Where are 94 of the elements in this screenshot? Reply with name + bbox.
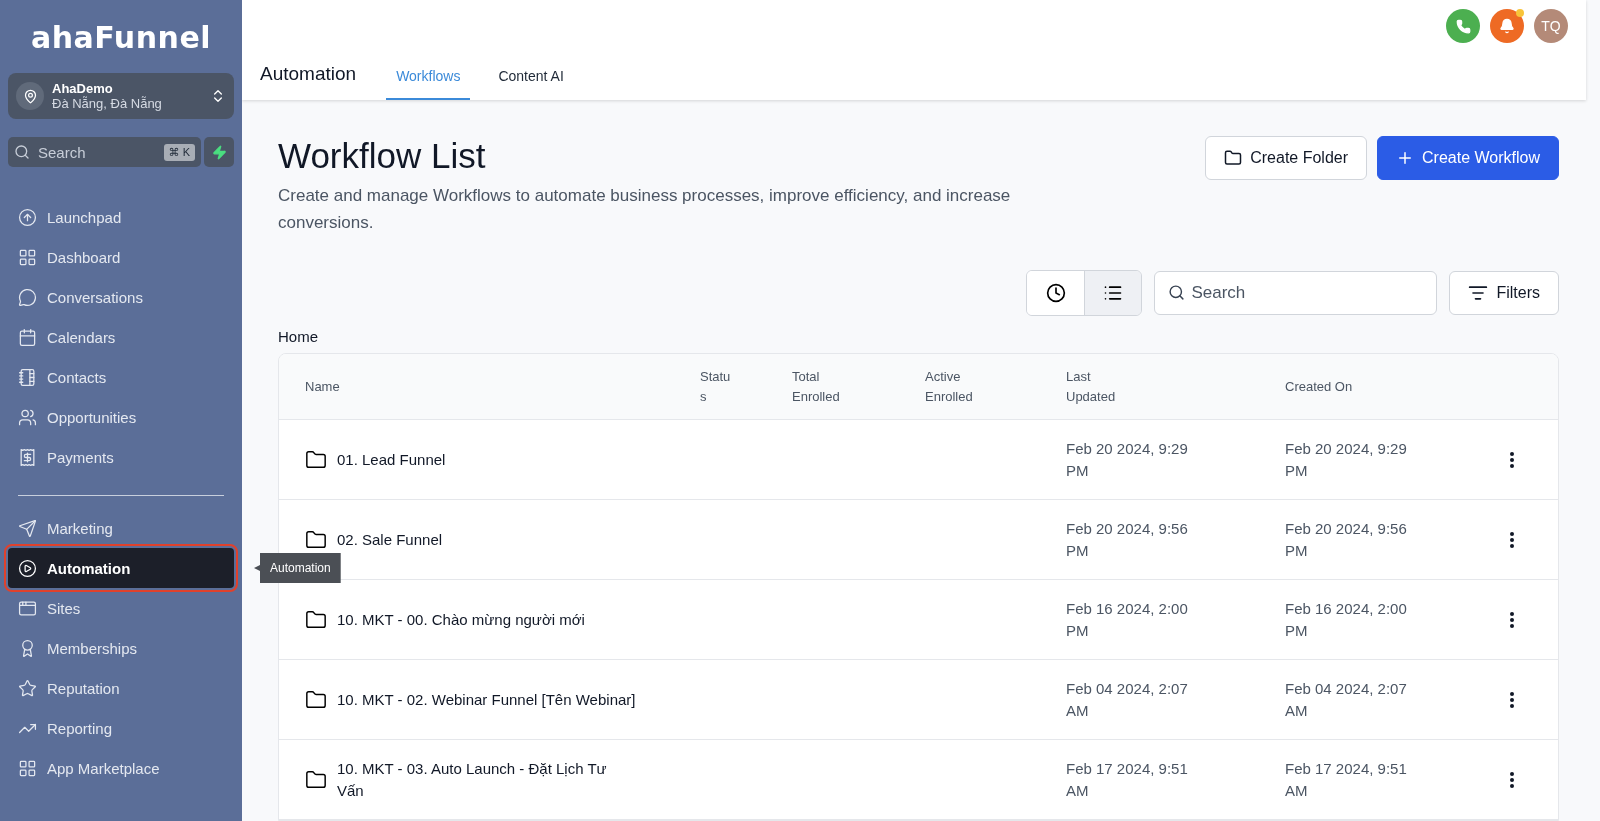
folder-icon [305,528,327,551]
nav-icon [18,287,37,307]
table-cell-text: Feb 16 2024, 2:00 PM [1285,598,1408,641]
page-description: Create and manage Workflows to automate business processes, improve efficiency, and increase conversions. [278,185,1012,234]
folder-icon [305,688,327,711]
clock-icon [1045,283,1066,303]
table-cell-text: Feb 17 2024, 9:51 AM [1285,758,1408,801]
more-icon [1510,691,1514,708]
column-header: Created On [1285,377,1354,396]
nav-icon [18,367,37,387]
table-cell-text: Feb 16 2024, 2:00 PM [1066,598,1189,641]
section-title: Automation [260,63,357,86]
search-input[interactable]: Search [36,142,158,162]
filter-icon [1468,283,1489,303]
nav-item[interactable]: Launchpad [8,197,234,237]
folder-name: 01. Lead Funnel [337,449,447,470]
more-icon [1510,451,1514,468]
table-cell-text: Feb 04 2024, 2:07 AM [1285,678,1408,721]
more-icon [1510,771,1514,788]
nav-item[interactable]: Opportunities [8,397,234,437]
create-folder-button[interactable]: Create Folder [1205,136,1368,180]
workflow-folder[interactable]: 01. Lead Funnel [305,448,700,471]
user-avatar[interactable]: TQ [1534,9,1568,43]
nav-item[interactable]: Payments [8,437,234,477]
quick-action-button[interactable] [204,137,234,167]
nav-item[interactable]: Memberships [8,628,234,668]
search-icon [14,144,30,160]
tooltip: Automation [254,553,341,583]
create-workflow-button[interactable]: Create Workflow [1377,136,1559,180]
workflow-folder[interactable]: 10. MKT - 03. Auto Launch - Đặt Lịch Tư Vấn [305,757,700,802]
workflow-folder[interactable]: 02. Sale Funnel [305,528,700,551]
clock-view-button[interactable] [1027,271,1085,315]
column-header: Total Enrolled [792,367,841,406]
folder-name: 10. MKT - 02. Webinar Funnel [Tên Webinar] [337,689,637,710]
table-cell-text: Feb 20 2024, 9:29 PM [1285,438,1408,481]
account-location: Đà Nẵng, Đà Nẵng [52,96,163,111]
bell-icon [1499,18,1515,34]
table-cell-text: Feb 20 2024, 9:29 PM [1066,438,1189,481]
folder-icon [305,448,327,471]
folder-name: 10. MKT - 00. Chào mừng người mới [337,609,586,630]
nav-item[interactable]: App Marketplace [8,748,234,788]
nav-icon [18,678,37,698]
list-view-button[interactable] [1084,271,1142,315]
more-icon [1510,611,1514,628]
folder-icon [305,768,327,791]
search-field[interactable]: Search [1154,271,1438,315]
list-icon [1103,283,1124,303]
workflow-folder[interactable]: 10. MKT - 00. Chào mừng người mới [305,608,700,631]
nav-icon [18,207,37,227]
column-header: Name [305,377,341,396]
nav-icon [18,407,37,427]
nav-item[interactable]: Sites [8,588,234,628]
lightning-icon [211,144,227,160]
nav-icon [18,447,37,467]
table-cell-text: Feb 17 2024, 9:51 AM [1066,758,1189,801]
filters-button[interactable]: Filters [1449,271,1559,315]
column-header: Last Updated [1066,367,1117,406]
workflow-folder[interactable]: 10. MKT - 02. Webinar Funnel [Tên Webinar] [305,688,700,711]
notification-button[interactable] [1490,9,1524,43]
table-cell-text: Feb 20 2024, 9:56 PM [1285,518,1408,561]
account-switcher[interactable]: AhaDemo Đà Nẵng, Đà Nẵng [8,73,234,119]
page-title: Workflow List [278,136,487,176]
brand-logo: ahaFunnel [29,19,212,57]
phone-icon [1455,18,1471,34]
folder-icon [305,608,327,631]
tab[interactable]: Content AI [488,56,574,100]
nav-item[interactable]: Dashboard [8,237,234,277]
nav-item[interactable]: Marketing [8,508,234,548]
nav-item[interactable]: Reputation [8,668,234,708]
folder-icon [1224,149,1243,167]
nav-item[interactable]: Conversations [8,277,234,317]
nav-icon [18,247,37,267]
nav-icon [18,558,37,578]
search-field[interactable]: Search ⌘ K [8,137,201,167]
shortcut-hint: ⌘ K [163,143,195,161]
breadcrumb: Home [278,328,319,345]
table-cell-text: Feb 04 2024, 2:07 AM [1066,678,1189,721]
folder-name: 10. MKT - 03. Auto Launch - Đặt Lịch Tư Vấn [337,758,608,801]
nav-item[interactable]: Reporting [8,708,234,748]
nav-item[interactable]: Contacts [8,357,234,397]
tab[interactable]: Workflows [386,56,471,100]
nav-icon [18,518,37,538]
table-cell-text: Feb 20 2024, 9:56 PM [1066,518,1189,561]
nav-icon [18,327,37,347]
phone-button[interactable] [1446,9,1480,43]
account-name: AhaDemo [52,81,114,96]
location-pin-icon [16,82,44,110]
folder-name: 02. Sale Funnel [337,529,444,550]
nav-item[interactable]: Calendars [8,317,234,357]
search-icon [1168,284,1186,301]
column-header: Status [700,367,732,406]
column-header: Active Enrolled [925,367,974,406]
nav-icon [18,758,37,778]
more-icon [1510,531,1514,548]
